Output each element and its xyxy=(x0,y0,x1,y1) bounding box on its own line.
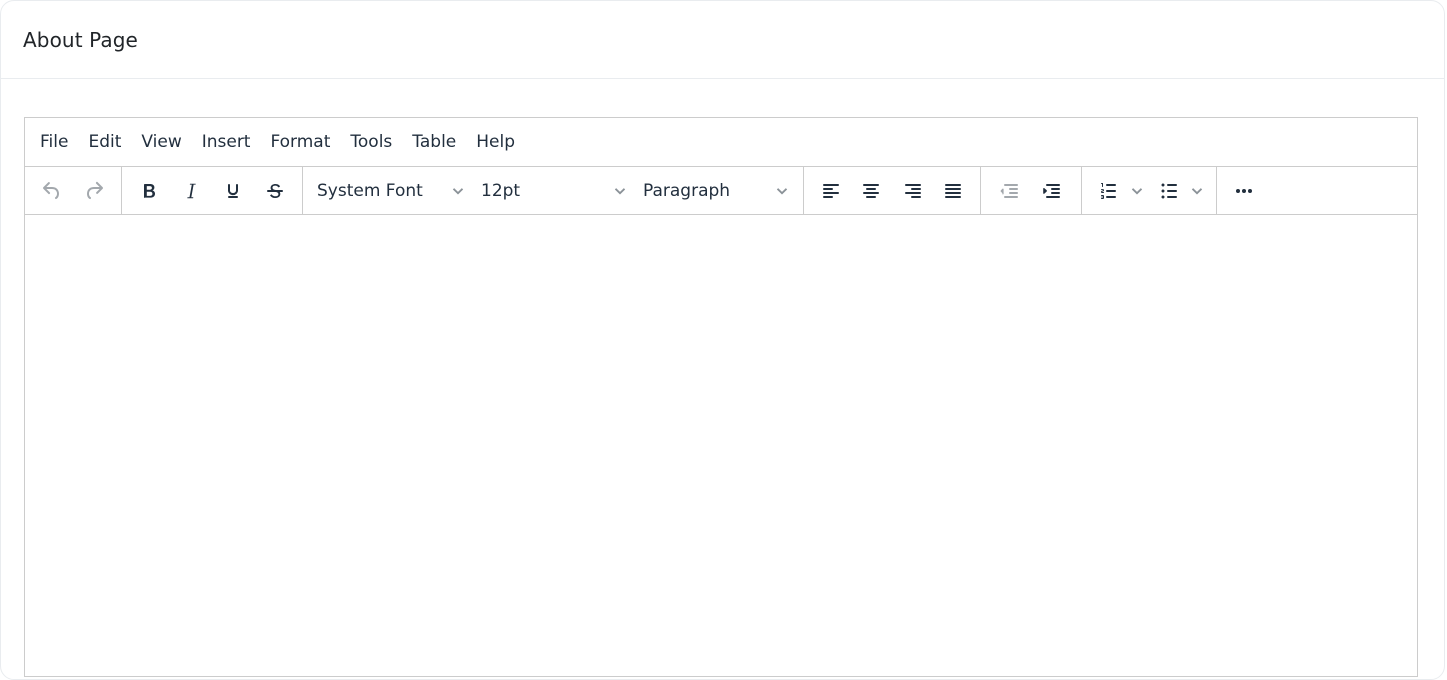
menu-help[interactable]: Help xyxy=(466,126,525,158)
editor-menubar: File Edit View Insert Format Tools Table… xyxy=(25,118,1417,167)
align-justify-icon xyxy=(945,183,961,198)
bullet-list-split-button xyxy=(1152,174,1208,208)
undo-icon xyxy=(43,181,59,199)
align-left-button[interactable] xyxy=(814,174,848,208)
editor-content-area[interactable] xyxy=(25,215,1417,676)
chevron-down-icon[interactable] xyxy=(1126,174,1148,208)
numbered-list-split-button xyxy=(1092,174,1148,208)
toolbar-group-alignment xyxy=(804,167,981,214)
chevron-down-icon xyxy=(775,174,789,208)
italic-button[interactable] xyxy=(174,174,208,208)
underline-icon xyxy=(227,183,239,198)
menu-tools[interactable]: Tools xyxy=(340,126,402,158)
block-format-select[interactable]: Paragraph xyxy=(635,174,797,208)
page-title: About Page xyxy=(23,27,138,52)
editor-toolbar: System Font 12pt Paragraph xyxy=(25,167,1417,215)
block-format-value: Paragraph xyxy=(643,180,731,201)
toolbar-group-styles: System Font 12pt Paragraph xyxy=(303,167,804,214)
align-center-button[interactable] xyxy=(854,174,888,208)
font-size-select[interactable]: 12pt xyxy=(473,174,635,208)
toolbar-group-more xyxy=(1217,167,1271,214)
bold-button[interactable] xyxy=(132,174,166,208)
italic-icon xyxy=(187,183,196,198)
align-right-button[interactable] xyxy=(896,174,930,208)
menu-file[interactable]: File xyxy=(30,126,78,158)
menu-table[interactable]: Table xyxy=(402,126,466,158)
underline-button[interactable] xyxy=(216,174,250,208)
numbered-list-button[interactable] xyxy=(1094,174,1124,208)
undo-button[interactable] xyxy=(35,174,69,208)
bullet-list-icon xyxy=(1161,183,1177,198)
menu-edit[interactable]: Edit xyxy=(78,126,131,158)
menu-insert[interactable]: Insert xyxy=(192,126,261,158)
rich-text-editor: File Edit View Insert Format Tools Table… xyxy=(24,117,1418,677)
chevron-down-icon xyxy=(451,174,465,208)
font-family-select[interactable]: System Font xyxy=(309,174,473,208)
chevron-down-icon[interactable] xyxy=(1186,174,1208,208)
indent-icon xyxy=(1043,183,1060,198)
card-header: About Page xyxy=(1,1,1444,79)
outdent-icon xyxy=(1000,183,1018,198)
toolbar-group-history xyxy=(25,167,122,214)
align-justify-button[interactable] xyxy=(936,174,970,208)
toolbar-group-formatting xyxy=(122,167,303,214)
indent-button[interactable] xyxy=(1035,174,1069,208)
align-right-icon xyxy=(905,183,921,198)
more-horizontal-icon xyxy=(1236,188,1252,193)
align-left-icon xyxy=(823,183,839,198)
redo-button[interactable] xyxy=(77,174,111,208)
bold-icon xyxy=(144,183,155,198)
menu-format[interactable]: Format xyxy=(260,126,340,158)
strikethrough-button[interactable] xyxy=(258,174,292,208)
toolbar-group-indentation xyxy=(981,167,1082,214)
numbered-list-icon xyxy=(1100,182,1116,199)
chevron-down-icon xyxy=(613,174,627,208)
more-button[interactable] xyxy=(1227,174,1261,208)
align-center-icon xyxy=(863,183,879,198)
redo-icon xyxy=(87,181,103,199)
menu-view[interactable]: View xyxy=(131,126,191,158)
toolbar-group-lists xyxy=(1082,167,1217,214)
outdent-button[interactable] xyxy=(993,174,1027,208)
page-card: About Page File Edit View Insert Format … xyxy=(0,0,1445,680)
font-family-value: System Font xyxy=(317,180,423,201)
bullet-list-button[interactable] xyxy=(1154,174,1184,208)
strikethrough-icon xyxy=(267,183,283,198)
font-size-value: 12pt xyxy=(481,180,521,201)
